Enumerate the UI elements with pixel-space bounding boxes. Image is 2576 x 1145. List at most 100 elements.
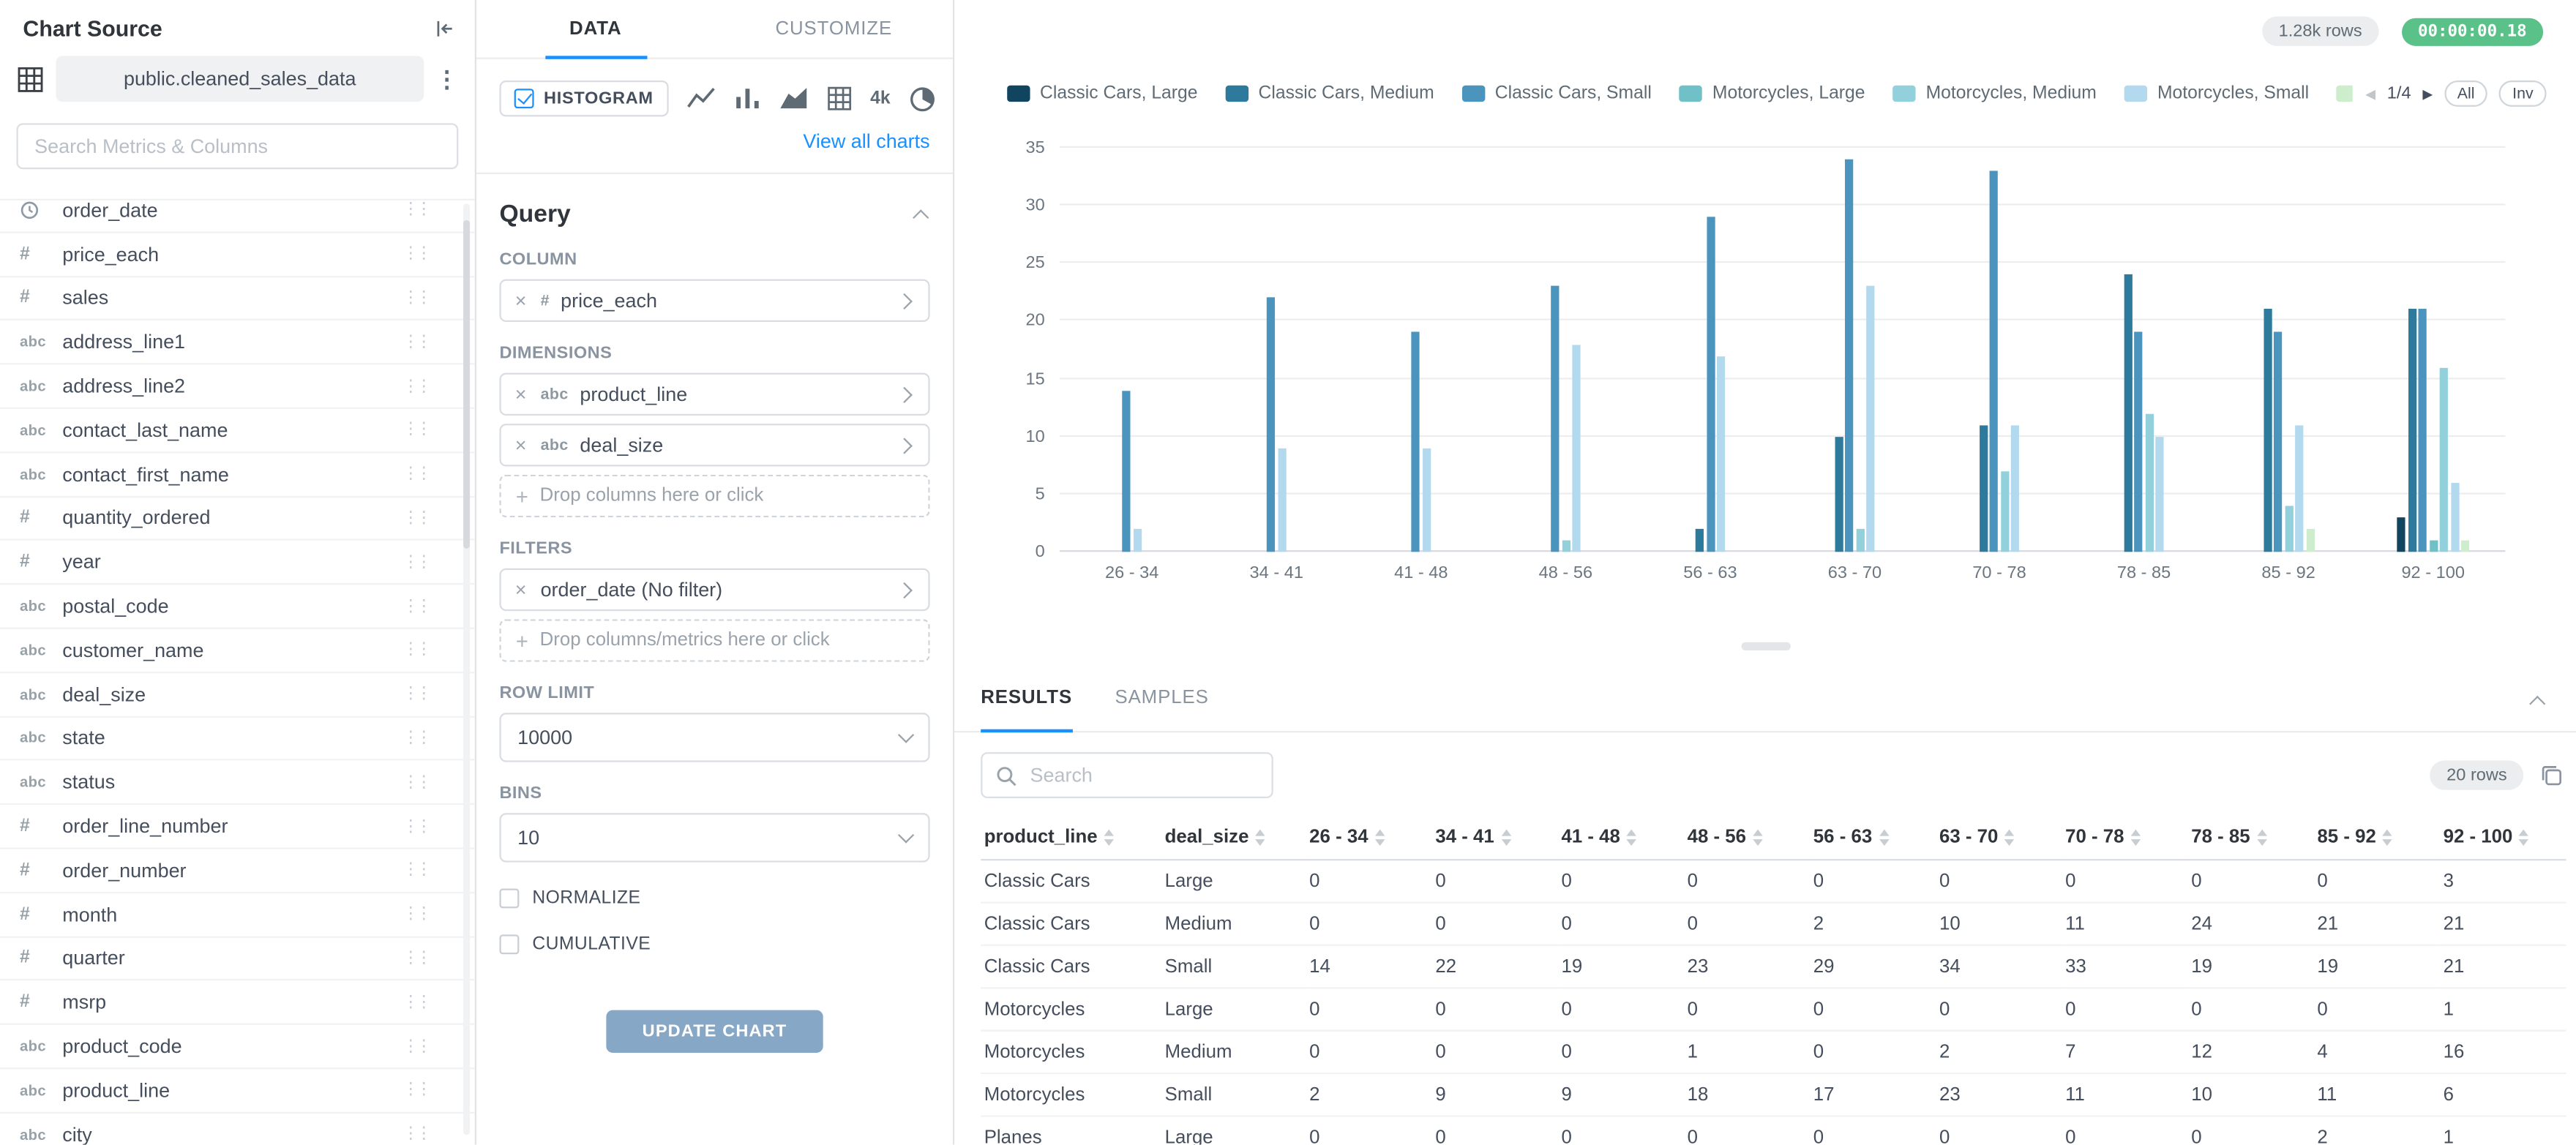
histogram-bar[interactable] bbox=[1856, 529, 1864, 552]
column-item[interactable]: abcstate⋮⋮ bbox=[0, 717, 475, 761]
column-header[interactable]: 85 - 92 bbox=[2314, 816, 2440, 860]
cumulative-checkbox[interactable]: CUMULATIVE bbox=[499, 934, 929, 954]
metrics-search-input[interactable] bbox=[16, 123, 458, 169]
drag-handle-icon[interactable]: ⋮⋮ bbox=[402, 817, 429, 836]
column-header[interactable]: 26 - 34 bbox=[1306, 816, 1432, 860]
histogram-bar[interactable] bbox=[2408, 309, 2416, 552]
column-header[interactable]: 41 - 48 bbox=[1558, 816, 1684, 860]
drag-handle-icon[interactable]: ⋮⋮ bbox=[402, 201, 429, 219]
column-item[interactable]: #order_line_number⋮⋮ bbox=[0, 805, 475, 849]
histogram-bar[interactable] bbox=[2001, 471, 2009, 552]
column-item[interactable]: abcaddress_line1⋮⋮ bbox=[0, 321, 475, 365]
column-item[interactable]: order_date⋮⋮ bbox=[0, 199, 475, 233]
column-option[interactable]: × # price_each bbox=[499, 279, 929, 322]
column-header[interactable]: 70 - 78 bbox=[2062, 816, 2188, 860]
update-chart-button[interactable]: UPDATE CHART bbox=[606, 1010, 823, 1053]
legend-all-button[interactable]: All bbox=[2444, 80, 2488, 107]
column-header[interactable]: 92 - 100 bbox=[2440, 816, 2566, 860]
copy-icon[interactable] bbox=[2540, 764, 2563, 787]
column-item[interactable]: #sales⋮⋮ bbox=[0, 277, 475, 320]
histogram-bar[interactable] bbox=[2285, 506, 2293, 552]
tab-data[interactable]: DATA bbox=[476, 0, 715, 58]
histogram-bar[interactable] bbox=[1551, 286, 1559, 552]
column-item[interactable]: abcdeal_size⋮⋮ bbox=[0, 673, 475, 717]
column-item[interactable]: abccustomer_name⋮⋮ bbox=[0, 629, 475, 673]
column-header[interactable]: 56 - 63 bbox=[1810, 816, 1936, 860]
tab-customize[interactable]: CUSTOMIZE bbox=[715, 0, 954, 58]
drag-handle-icon[interactable]: ⋮⋮ bbox=[402, 905, 429, 923]
histogram-bar[interactable] bbox=[2418, 309, 2426, 552]
legend-prev-icon[interactable]: ◀ bbox=[2365, 86, 2375, 101]
drag-handle-icon[interactable]: ⋮⋮ bbox=[402, 861, 429, 879]
drag-handle-icon[interactable]: ⋮⋮ bbox=[402, 509, 429, 528]
column-item[interactable]: #month⋮⋮ bbox=[0, 893, 475, 937]
line-chart-icon[interactable] bbox=[686, 86, 716, 112]
row-limit-select[interactable]: 10000 bbox=[499, 713, 929, 762]
histogram-bar[interactable] bbox=[1696, 529, 1704, 552]
histogram-bar[interactable] bbox=[2461, 541, 2469, 552]
drag-handle-icon[interactable]: ⋮⋮ bbox=[402, 377, 429, 395]
column-item[interactable]: #price_each⋮⋮ bbox=[0, 233, 475, 277]
bins-select[interactable]: 10 bbox=[499, 813, 929, 862]
legend-item[interactable]: Motorcycles, Small bbox=[2124, 83, 2309, 103]
dimensions-dropzone[interactable]: + Drop columns here or click bbox=[499, 475, 929, 517]
drag-handle-icon[interactable]: ⋮⋮ bbox=[402, 333, 429, 351]
legend-next-icon[interactable]: ▶ bbox=[2422, 86, 2433, 101]
dimension-option[interactable]: × abc product_line bbox=[499, 373, 929, 416]
drag-handle-icon[interactable]: ⋮⋮ bbox=[402, 1125, 429, 1144]
drag-handle-icon[interactable]: ⋮⋮ bbox=[402, 597, 429, 615]
column-item[interactable]: abcproduct_line⋮⋮ bbox=[0, 1069, 475, 1113]
histogram-bar[interactable] bbox=[1278, 448, 1286, 552]
drag-handle-icon[interactable]: ⋮⋮ bbox=[402, 245, 429, 263]
histogram-bar[interactable] bbox=[1980, 425, 1988, 552]
column-item[interactable]: abcpostal_code⋮⋮ bbox=[0, 585, 475, 629]
histogram-bar[interactable] bbox=[1412, 333, 1420, 552]
histogram-bar[interactable] bbox=[2135, 333, 2143, 552]
legend-item[interactable]: Classic Cars, Medium bbox=[1226, 83, 1434, 103]
drag-handle-icon[interactable]: ⋮⋮ bbox=[402, 1081, 429, 1100]
histogram-bar[interactable] bbox=[1423, 448, 1431, 552]
histogram-bar[interactable] bbox=[1267, 298, 1275, 552]
legend-item[interactable]: Classic Cars, Large bbox=[1007, 83, 1197, 103]
histogram-bar[interactable] bbox=[1846, 159, 1854, 552]
histogram-bar[interactable] bbox=[1867, 286, 1875, 552]
collapse-query-icon[interactable] bbox=[913, 209, 929, 225]
column-item[interactable]: abcproduct_code⋮⋮ bbox=[0, 1025, 475, 1069]
bar-chart-icon[interactable] bbox=[734, 86, 760, 112]
column-item[interactable]: #msrp⋮⋮ bbox=[0, 981, 475, 1025]
column-item[interactable]: abccontact_last_name⋮⋮ bbox=[0, 409, 475, 453]
remove-option-icon[interactable]: × bbox=[501, 289, 541, 312]
histogram-bar[interactable] bbox=[1990, 171, 1998, 552]
normalize-checkbox[interactable]: NORMALIZE bbox=[499, 888, 929, 908]
dataset-selector[interactable]: public.cleaned_sales_data bbox=[56, 56, 424, 102]
column-header[interactable]: 48 - 56 bbox=[1684, 816, 1810, 860]
drag-handle-icon[interactable]: ⋮⋮ bbox=[402, 421, 429, 440]
column-header[interactable]: product_line bbox=[981, 816, 1161, 860]
histogram-bar[interactable] bbox=[1706, 217, 1714, 552]
big-number-chart-icon[interactable]: 4k bbox=[870, 89, 891, 108]
histogram-bar[interactable] bbox=[2156, 437, 2164, 552]
histogram-bar[interactable] bbox=[2450, 483, 2458, 552]
legend-item[interactable]: Planes, Large bbox=[2337, 83, 2352, 103]
tab-results[interactable]: RESULTS bbox=[981, 665, 1072, 731]
dataset-menu-icon[interactable]: ⋮ bbox=[435, 65, 458, 93]
histogram-bar[interactable] bbox=[2124, 275, 2132, 552]
drag-handle-icon[interactable]: ⋮⋮ bbox=[402, 465, 429, 484]
histogram-bar[interactable] bbox=[2397, 517, 2405, 552]
filters-dropzone[interactable]: + Drop columns/metrics here or click bbox=[499, 619, 929, 661]
histogram-bar[interactable] bbox=[2440, 367, 2448, 552]
tab-samples[interactable]: SAMPLES bbox=[1115, 665, 1208, 731]
column-item[interactable]: abccontact_first_name⋮⋮ bbox=[0, 453, 475, 497]
column-item[interactable]: abcaddress_line2⋮⋮ bbox=[0, 365, 475, 409]
legend-item[interactable]: Classic Cars, Small bbox=[1462, 83, 1652, 103]
legend-item[interactable]: Motorcycles, Medium bbox=[1893, 83, 2097, 103]
histogram-bar[interactable] bbox=[1562, 541, 1570, 552]
drag-handle-icon[interactable]: ⋮⋮ bbox=[402, 773, 429, 792]
column-item[interactable]: #quantity_ordered⋮⋮ bbox=[0, 497, 475, 541]
column-item[interactable]: #order_number⋮⋮ bbox=[0, 849, 475, 893]
drag-handle-icon[interactable]: ⋮⋮ bbox=[402, 1037, 429, 1056]
histogram-bar[interactable] bbox=[2011, 425, 2019, 552]
dimension-option[interactable]: × abc deal_size bbox=[499, 424, 929, 466]
filter-option[interactable]: × order_date (No filter) bbox=[499, 568, 929, 611]
column-header[interactable]: 78 - 85 bbox=[2188, 816, 2314, 860]
